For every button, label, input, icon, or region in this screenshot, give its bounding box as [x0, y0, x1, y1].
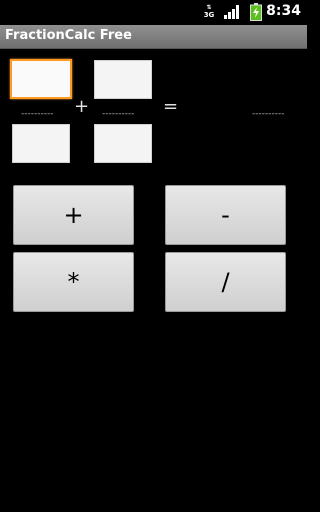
- app-title: FractionCalc Free: [5, 28, 132, 43]
- battery-icon: [250, 3, 262, 21]
- status-time: 8:34: [266, 3, 301, 19]
- fraction1-denominator-input[interactable]: [12, 124, 70, 163]
- subtract-button[interactable]: -: [165, 185, 286, 245]
- add-button[interactable]: +: [13, 185, 134, 245]
- status-bar: ⇅ 3G 8:34: [0, 0, 307, 25]
- network-type: 3G: [203, 11, 215, 19]
- result-bar: ----------: [252, 109, 285, 119]
- fraction2-numerator-input[interactable]: [94, 60, 152, 99]
- fraction1-numerator-input[interactable]: [10, 59, 72, 99]
- signal-icon: [224, 5, 239, 19]
- multiply-button[interactable]: *: [13, 252, 134, 312]
- divide-button[interactable]: /: [165, 252, 286, 312]
- operator-display: +: [74, 96, 90, 117]
- fraction1-bar: ----------: [21, 109, 54, 119]
- equals-sign: =: [163, 96, 179, 117]
- network-3g-icon: ⇅ 3G: [203, 4, 215, 19]
- fraction2-denominator-input[interactable]: [94, 124, 152, 163]
- app-title-bar: FractionCalc Free: [0, 25, 307, 49]
- fraction2-bar: ----------: [102, 109, 135, 119]
